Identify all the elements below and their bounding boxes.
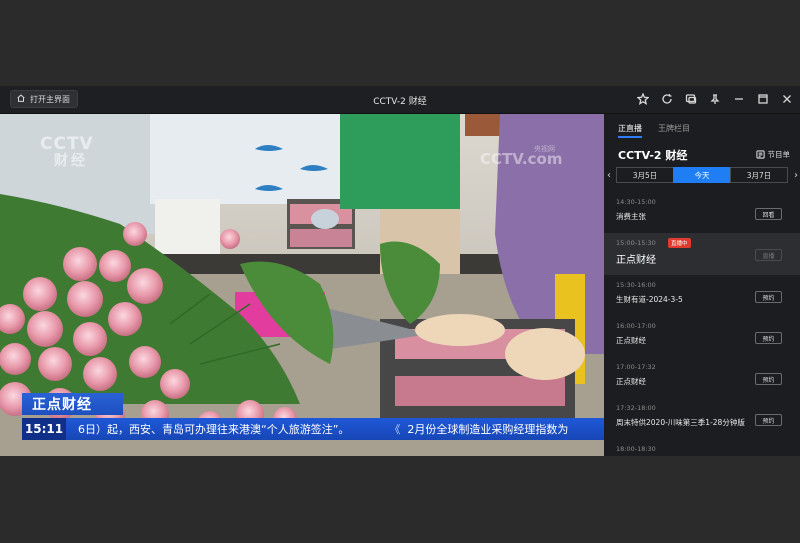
open-main-button[interactable]: 打开主界面 — [10, 90, 78, 108]
program-name-label: 正点财经 — [22, 393, 123, 415]
pin-icon[interactable] — [708, 92, 722, 106]
program-item[interactable]: 17:00-17:32 正点财经 预约 — [604, 357, 800, 398]
reserve-button[interactable]: 预约 — [755, 332, 782, 344]
reserve-button[interactable]: 预约 — [755, 373, 782, 385]
player-window: 打开主界面 CCTV-2 财经 CCTV 财经 CCTV.com 央视网 正点财… — [0, 86, 800, 456]
video-player[interactable]: CCTV 财经 CCTV.com 央视网 正点财经 15:11 6日）起，西安、… — [0, 114, 604, 456]
cctv-logo: CCTV 财经 — [40, 134, 94, 170]
program-item-live[interactable]: 15:00-15:30 直播中 正点财经 直播 — [604, 233, 800, 275]
maximize-icon[interactable] — [756, 92, 770, 106]
minimize-icon[interactable] — [732, 92, 746, 106]
date-tab-prev[interactable]: 3月5日 — [616, 167, 674, 183]
reserve-button[interactable]: 预约 — [755, 414, 782, 426]
ticker-clock: 15:11 — [22, 418, 66, 440]
program-item[interactable]: 15:30-16:00 生财有道-2024-3-5 预约 — [604, 275, 800, 316]
cctv-com-watermark: CCTV.com 央视网 — [480, 145, 563, 168]
open-main-label: 打开主界面 — [30, 94, 70, 104]
screenshot-icon[interactable] — [684, 92, 698, 106]
program-item[interactable]: 18:00-18:30 — [604, 439, 800, 456]
title-bar: 打开主界面 CCTV-2 财经 — [0, 86, 800, 114]
program-item[interactable]: 14:30-15:00 消费主张 回看 — [604, 192, 800, 233]
program-sidebar: 正直播 王牌栏目 CCTV-2 财经 节目单 ‹ 3月5日 今天 3月7日 › … — [604, 114, 800, 456]
ticker-headline-2: 2月份全球制造业采购经理指数为 — [407, 423, 569, 436]
home-icon — [16, 93, 26, 105]
replay-button[interactable]: 回看 — [755, 208, 782, 220]
favorite-icon[interactable] — [636, 92, 650, 106]
ticker-headline-1: 6日）起，西安、青岛可办理往来港澳“个人旅游签注”。 — [78, 423, 350, 436]
news-ticker: 15:11 6日）起，西安、青岛可办理往来港澳“个人旅游签注”。 《 2月份全球… — [22, 418, 604, 440]
schedule-button[interactable]: 节目单 — [755, 149, 790, 160]
tab-featured-columns[interactable]: 王牌栏目 — [658, 123, 690, 138]
program-list: 14:30-15:00 消费主张 回看 15:00-15:30 直播中 正点财经… — [604, 192, 800, 456]
reserve-button[interactable]: 预约 — [755, 291, 782, 303]
program-item[interactable]: 17:32-18:00 周末特供2020-川味第三季1-28分钟版 预约 — [604, 398, 800, 439]
date-tab-next[interactable]: 3月7日 — [730, 167, 788, 183]
date-tab-today[interactable]: 今天 — [673, 167, 731, 183]
channel-name: CCTV-2 财经 — [618, 149, 688, 162]
live-button[interactable]: 直播 — [755, 249, 782, 261]
close-icon[interactable] — [780, 92, 794, 106]
live-badge: 直播中 — [668, 238, 691, 248]
chevron-right-icon[interactable]: › — [794, 170, 798, 181]
chevron-left-icon[interactable]: ‹ — [607, 170, 611, 181]
refresh-icon[interactable] — [660, 92, 674, 106]
program-item[interactable]: 16:00-17:00 正点财经 预约 — [604, 316, 800, 357]
ticker-separator: 《 — [389, 423, 401, 436]
list-icon — [755, 150, 765, 159]
tab-live[interactable]: 正直播 — [618, 123, 642, 138]
